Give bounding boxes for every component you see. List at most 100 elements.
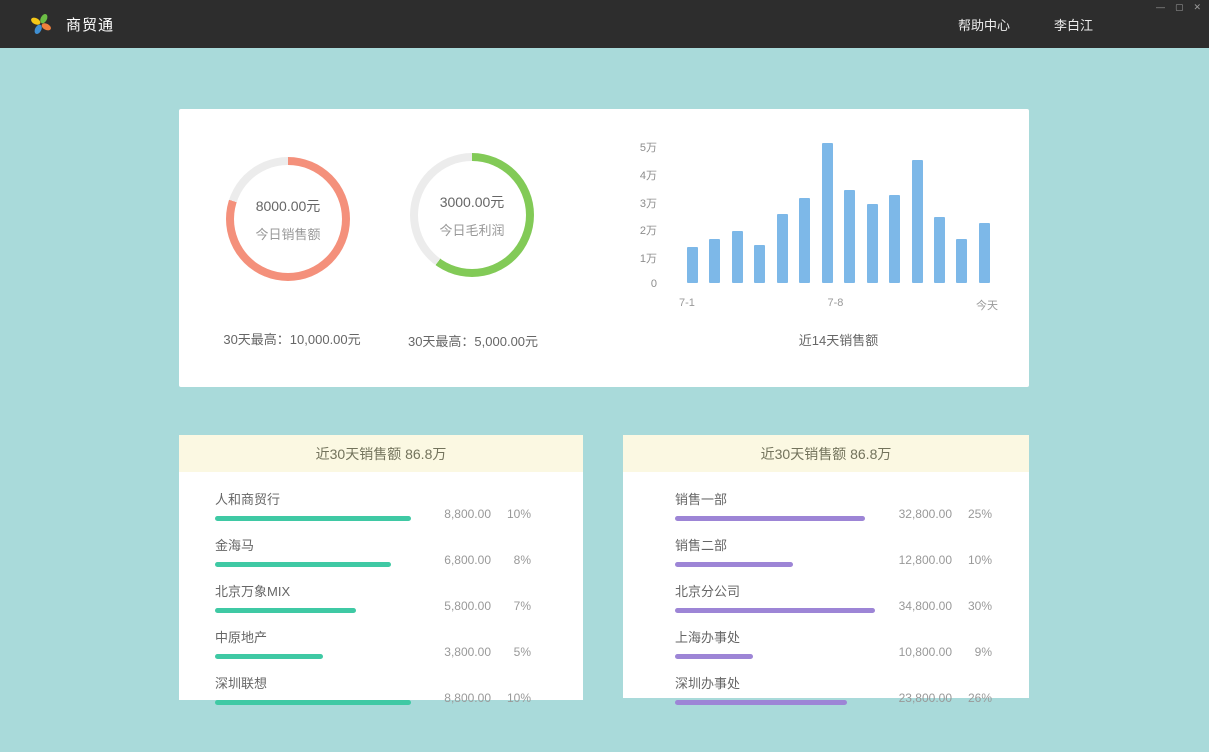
rank-name: 人和商贸行 <box>215 489 411 508</box>
rank-progress-bar <box>675 562 793 567</box>
sales-30d-max: 30天最高：10,000.00元 <box>223 329 360 348</box>
profit-30d-max: 30天最高：5,000.00元 <box>408 331 538 350</box>
minimize-button[interactable]: — <box>1156 2 1165 13</box>
rank-progress-bar <box>675 516 865 521</box>
y-tick-label: 5万 <box>640 139 657 155</box>
rank-row: 上海办事处 10,800.00 9% <box>675 627 992 659</box>
x-tick-label: 7-1 <box>679 297 695 313</box>
rank-amount: 8,800.00 <box>444 507 491 521</box>
rank-amount: 10,800.00 <box>899 645 952 659</box>
today-sales-value: 8000.00元 <box>256 196 321 216</box>
username-link[interactable]: 李白江 <box>1054 15 1093 34</box>
rank-percent: 8% <box>503 553 531 567</box>
rank-card-title: 近30天销售额 86.8万 <box>179 435 583 472</box>
rank-row: 深圳联想8,800.0010% <box>215 673 531 705</box>
rank-progress-bar <box>675 700 847 705</box>
window-controls: — ▢ ✕ <box>1156 2 1201 13</box>
chart-title: 近14天销售额 <box>687 330 990 349</box>
rank-amount: 6,800.00 <box>444 553 491 567</box>
chart-bar <box>799 198 810 283</box>
chart-bar <box>687 247 698 283</box>
chart-bar <box>777 214 788 283</box>
close-button[interactable]: ✕ <box>1193 2 1201 13</box>
donut-center: 3000.00元 今日毛利润 <box>418 161 526 269</box>
rank-percent: 5% <box>503 645 531 659</box>
rank-percent: 7% <box>503 599 531 613</box>
chart-y-axis: 5万4万3万2万1万0 <box>617 139 657 290</box>
today-profit-value: 3000.00元 <box>440 192 505 212</box>
chart-bar <box>934 217 945 283</box>
help-center-link[interactable]: 帮助中心 <box>958 15 1010 34</box>
rank-row: 销售一部 32,800.00 25% <box>675 489 992 521</box>
rank-percent: 10% <box>964 553 992 567</box>
rank-percent: 25% <box>964 507 992 521</box>
rank-row: 北京万象MIX 5,800.00 7% <box>215 581 531 613</box>
rank-name: 深圳办事处 <box>675 673 847 692</box>
rank-percent: 30% <box>964 599 992 613</box>
y-tick-label: 2万 <box>640 222 657 238</box>
maximize-button[interactable]: ▢ <box>1175 2 1184 13</box>
rank-amount: 34,800.00 <box>899 599 952 613</box>
chart-x-axis: 7-1 7-8 今天 <box>679 297 998 313</box>
department-sales-rank-card: 近30天销售额 86.8万 销售一部 32,800.00 25% 销售二部 12,800… <box>623 435 1029 698</box>
chart-bar <box>889 195 900 283</box>
rank-percent: 10% <box>503 507 531 521</box>
y-tick-label: 4万 <box>640 167 657 183</box>
rank-progress-bar <box>215 516 411 521</box>
today-profit-donut: 3000.00元 今日毛利润 <box>410 153 534 277</box>
chart-bar <box>979 223 990 283</box>
rank-name: 中原地产 <box>215 627 323 646</box>
chart-bar <box>867 204 878 283</box>
app-title: 商贸通 <box>66 14 114 35</box>
chart-bar <box>754 245 765 283</box>
rank-progress-bar <box>215 562 391 567</box>
customer-sales-rank-card: 近30天销售额 86.8万 人和商贸行 8,800.00 10% 金海马 6,800.0… <box>179 435 583 700</box>
rank-name: 北京分公司 <box>675 581 875 600</box>
x-tick-label: 7-8 <box>828 297 844 313</box>
rank-amount: 3,800.00 <box>444 645 491 659</box>
rank-name: 北京万象MIX <box>215 581 356 600</box>
rank-amount: 12,800.00 <box>899 553 952 567</box>
rank-progress-bar <box>215 608 356 613</box>
rank-name: 上海办事处 <box>675 627 753 646</box>
bar-chart <box>687 141 990 283</box>
rank-name: 销售二部 <box>675 535 793 554</box>
rank-card-title: 近30天销售额 86.8万 <box>623 435 1029 472</box>
rank-progress-bar <box>215 654 323 659</box>
rank-row: 人和商贸行 8,800.00 10% <box>215 489 531 521</box>
y-tick-label: 3万 <box>640 195 657 211</box>
chart-bar <box>956 239 967 283</box>
rank-amount: 23,800.00 <box>899 691 952 705</box>
rank-row: 金海马 6,800.00 8% <box>215 535 531 567</box>
rank-percent: 10% <box>503 691 531 705</box>
rank-percent: 26% <box>964 691 992 705</box>
rank-name: 销售一部 <box>675 489 865 508</box>
y-tick-label: 1万 <box>640 250 657 266</box>
rank-amount: 32,800.00 <box>899 507 952 521</box>
rank-name: 深圳联想 <box>215 673 411 692</box>
rank-row: 深圳办事处 23,800.00 26% <box>675 673 992 705</box>
rank-row: 销售二部 12,800.00 10% <box>675 535 992 567</box>
today-sales-label: 今日销售额 <box>255 224 320 243</box>
today-sales-donut: 8000.00元 今日销售额 <box>226 157 350 281</box>
chart-bar <box>732 231 743 283</box>
chart-bar <box>844 190 855 283</box>
chart-bar <box>709 239 720 283</box>
rank-amount: 5,800.00 <box>444 599 491 613</box>
rank-row: 中原地产 3,800.00 5% <box>215 627 531 659</box>
rank-percent: 9% <box>964 645 992 659</box>
app-logo-pinwheel-icon <box>28 11 54 37</box>
rank-name: 金海马 <box>215 535 391 554</box>
rank-progress-bar <box>215 700 411 705</box>
rank-row: 北京分公司 34,800.00 30% <box>675 581 992 613</box>
chart-bar <box>822 143 833 283</box>
rank-rows: 销售一部 32,800.00 25% 销售二部 12,800.00 10% 北京分公司 34,… <box>623 472 1029 705</box>
x-tick-label: 今天 <box>976 297 998 313</box>
rank-progress-bar <box>675 654 753 659</box>
rank-progress-bar <box>675 608 875 613</box>
summary-card: 8000.00元 今日销售额 30天最高：10,000.00元 3000.00元… <box>179 109 1029 387</box>
today-profit-label: 今日毛利润 <box>439 220 504 239</box>
chart-bar <box>912 160 923 283</box>
rank-rows: 人和商贸行 8,800.00 10% 金海马 6,800.00 8% 北京万象MIX 5,80… <box>179 472 583 705</box>
titlebar: — ▢ ✕ 商贸通 帮助中心 李白江 <box>0 0 1209 48</box>
